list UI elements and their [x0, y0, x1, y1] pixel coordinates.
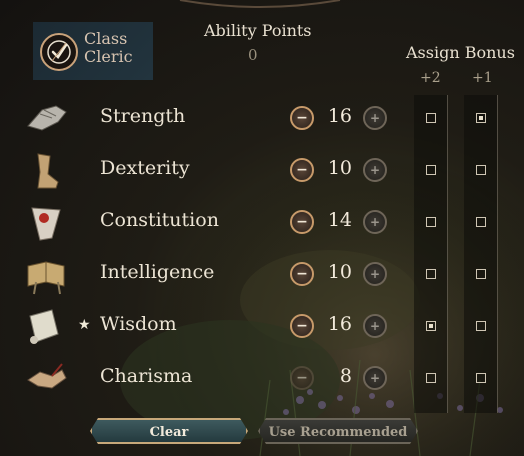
ability-row-charisma: Charisma − 8 +	[0, 352, 524, 404]
ability-name: Charisma	[100, 365, 193, 387]
bonus-plus2-checkbox[interactable]	[426, 165, 436, 175]
ability-score: 16	[327, 105, 352, 127]
bonus-plus1-checkbox[interactable]	[476, 113, 486, 123]
plus-icon: +	[369, 163, 381, 177]
ability-name: Dexterity	[100, 157, 190, 179]
minus-icon: −	[296, 370, 308, 386]
scroll-icon	[22, 304, 72, 348]
decrease-button[interactable]: −	[290, 262, 314, 286]
plus-icon: +	[369, 215, 381, 229]
bonus-plus2-header: +2	[420, 70, 441, 86]
use-recommended-button[interactable]: Use Recommended	[258, 418, 418, 444]
minus-icon: −	[296, 110, 308, 126]
bonus-plus2-checkbox[interactable]	[426, 321, 436, 331]
bonus-plus1-checkbox[interactable]	[476, 165, 486, 175]
class-label: Class	[84, 29, 128, 48]
shield-heart-icon	[22, 200, 72, 244]
top-ornament	[179, 0, 341, 8]
bonus-plus1-checkbox[interactable]	[476, 217, 486, 227]
minus-icon: −	[296, 266, 308, 282]
bonus-plus2-checkbox[interactable]	[426, 217, 436, 227]
increase-button[interactable]: +	[363, 210, 387, 234]
increase-button[interactable]: +	[363, 366, 387, 390]
bonus-plus1-header: +1	[472, 70, 493, 86]
bonus-plus2-checkbox[interactable]	[426, 269, 436, 279]
decrease-button[interactable]: −	[290, 366, 314, 390]
bonus-plus2-checkbox[interactable]	[426, 113, 436, 123]
ability-name: Wisdom	[100, 313, 177, 335]
ability-name: Constitution	[100, 209, 219, 231]
ability-row-constitution: Constitution − 14 +	[0, 196, 524, 248]
ability-row-dexterity: Dexterity − 10 +	[0, 144, 524, 196]
ability-row-strength: Strength − 16 +	[0, 92, 524, 144]
ability-row-wisdom: ★ Wisdom − 16 +	[0, 300, 524, 352]
ability-score: 10	[327, 261, 352, 283]
clear-button[interactable]: Clear	[90, 418, 248, 444]
plus-icon: +	[369, 267, 381, 281]
ability-score: 16	[327, 313, 352, 335]
minus-icon: −	[296, 162, 308, 178]
plus-icon: +	[369, 319, 381, 333]
minus-icon: −	[296, 214, 308, 230]
bonus-plus1-checkbox[interactable]	[476, 269, 486, 279]
decrease-button[interactable]: −	[290, 158, 314, 182]
ability-score: 8	[339, 365, 352, 387]
ability-score: 14	[327, 209, 352, 231]
increase-button[interactable]: +	[363, 106, 387, 130]
primary-ability-star-icon: ★	[78, 317, 91, 333]
ability-score: 10	[327, 157, 352, 179]
plus-icon: +	[369, 371, 381, 385]
handshake-icon	[22, 356, 72, 400]
bonus-plus1-checkbox[interactable]	[476, 321, 486, 331]
minus-icon: −	[296, 318, 308, 334]
book-icon	[22, 252, 72, 296]
class-value: Cleric	[84, 47, 133, 66]
ability-points-title: Ability Points	[204, 21, 312, 40]
ability-name: Strength	[100, 105, 186, 127]
cleric-emblem-icon	[40, 33, 78, 71]
ability-name: Intelligence	[100, 261, 215, 283]
bonus-plus2-checkbox[interactable]	[426, 373, 436, 383]
ability-row-intelligence: Intelligence − 10 +	[0, 248, 524, 300]
ability-points-value: 0	[248, 46, 258, 64]
increase-button[interactable]: +	[363, 262, 387, 286]
boot-icon	[22, 148, 72, 192]
decrease-button[interactable]: −	[290, 106, 314, 130]
gauntlet-icon	[22, 96, 72, 140]
decrease-button[interactable]: −	[290, 314, 314, 338]
assign-bonus-title: Assign Bonus	[406, 43, 515, 62]
increase-button[interactable]: +	[363, 158, 387, 182]
increase-button[interactable]: +	[363, 314, 387, 338]
bonus-plus1-checkbox[interactable]	[476, 373, 486, 383]
plus-icon: +	[369, 111, 381, 125]
decrease-button[interactable]: −	[290, 210, 314, 234]
